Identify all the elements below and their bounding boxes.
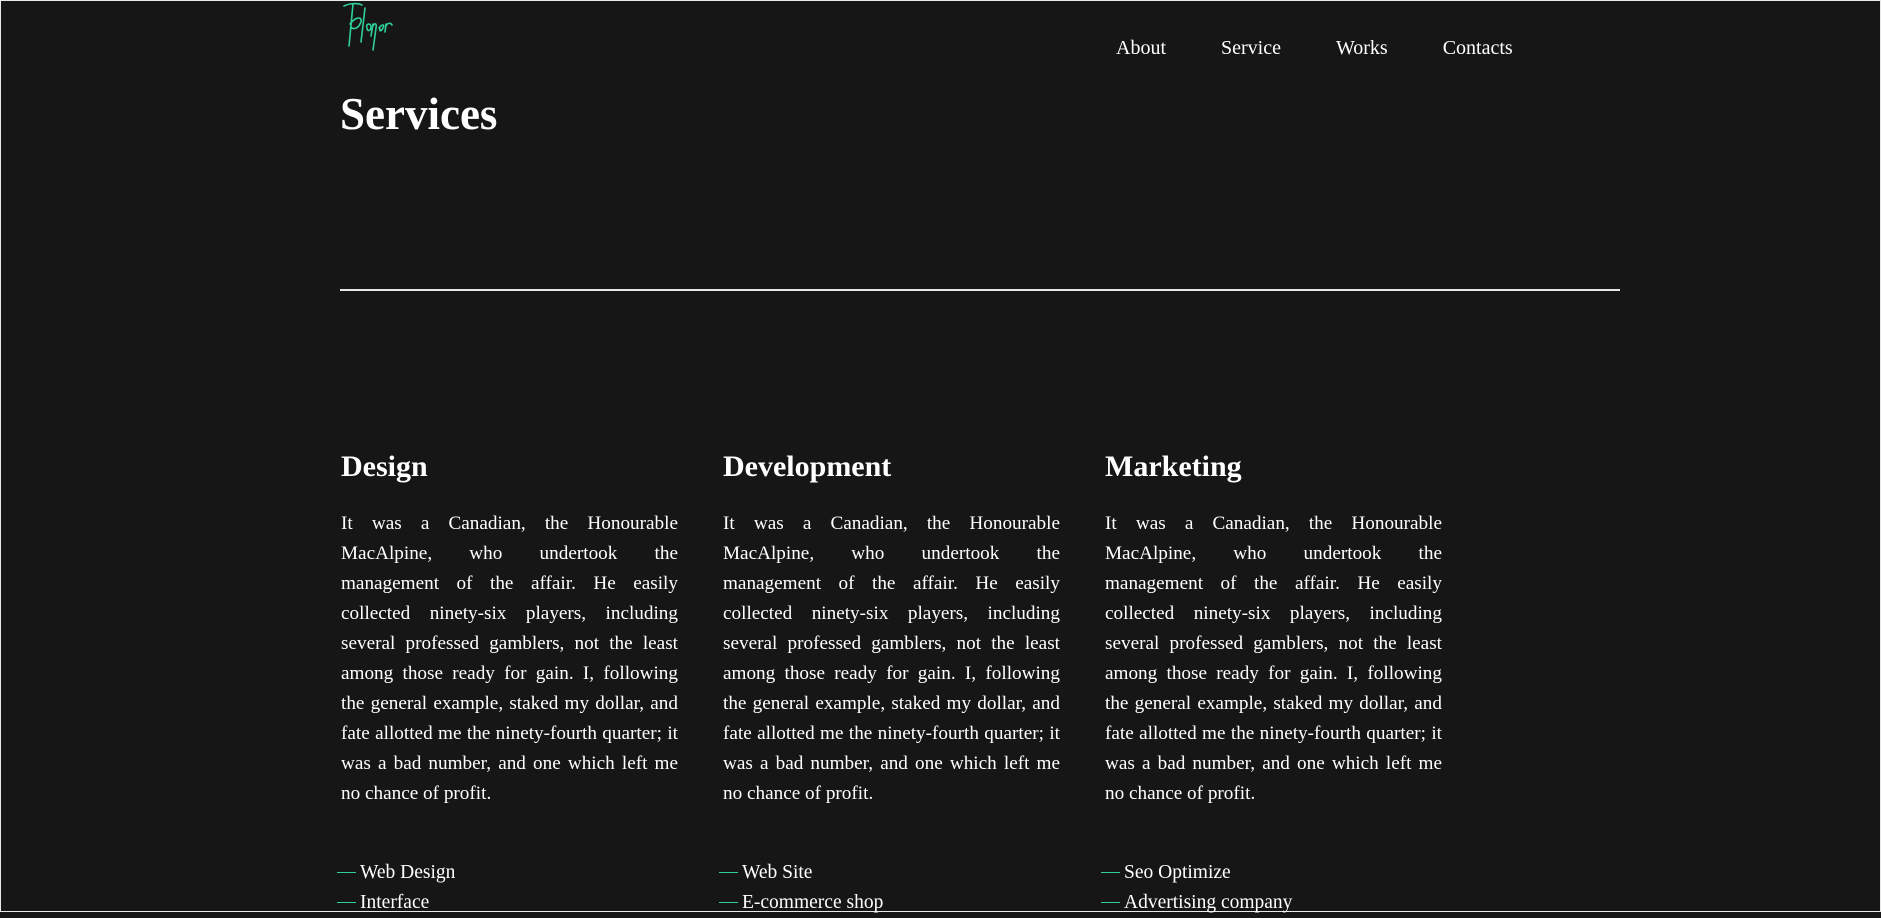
service-list: Web Design Interface: [337, 858, 697, 918]
service-description: It was a Canadian, the Honourable MacAlp…: [1105, 513, 1442, 804]
service-title: Development: [723, 450, 892, 483]
service-description: It was a Canadian, the Honourable MacAlp…: [341, 513, 678, 804]
list-item: E-commerce shop: [719, 888, 1079, 918]
service-marketing: Marketing It was a Canadian, the Honoura…: [1101, 447, 1442, 913]
list-item: Interface: [337, 888, 697, 918]
list-item: Web Design: [337, 858, 697, 888]
dash-icon: [719, 872, 738, 874]
nav-about[interactable]: About: [1116, 36, 1166, 60]
service-design: Design It was a Canadian, the Honourable…: [337, 447, 678, 913]
page-container: About Service Works Contacts Services De…: [337, 0, 1620, 913]
dash-icon: [1101, 902, 1120, 904]
list-item-label: E-commerce shop: [742, 892, 884, 913]
dash-icon: [1101, 872, 1120, 874]
list-item-label: Interface: [360, 892, 430, 913]
service-title: Marketing: [1105, 450, 1242, 483]
site-logo[interactable]: [340, 0, 394, 54]
main-nav: About Service Works Contacts: [1116, 36, 1513, 60]
logo-signature-icon: [343, 2, 393, 51]
page-title: Services: [340, 89, 498, 139]
dash-icon: [719, 902, 738, 904]
nav-contacts[interactable]: Contacts: [1443, 36, 1513, 60]
list-item: Seo Optimize: [1101, 858, 1461, 888]
list-item-label: Advertising company: [1124, 892, 1293, 913]
nav-service[interactable]: Service: [1221, 36, 1281, 60]
list-item: Web Site: [719, 858, 1079, 888]
service-development: Development It was a Canadian, the Honou…: [719, 447, 1060, 913]
list-item: Advertising company: [1101, 888, 1461, 918]
dash-icon: [337, 902, 356, 904]
list-item-label: Web Site: [742, 862, 813, 883]
service-list: Seo Optimize Advertising company: [1101, 858, 1461, 918]
dash-icon: [337, 872, 356, 874]
service-description: It was a Canadian, the Honourable MacAlp…: [723, 513, 1060, 804]
section-divider: [340, 289, 1620, 291]
list-item-label: Seo Optimize: [1124, 862, 1231, 883]
list-item-label: Web Design: [360, 862, 456, 883]
nav-works[interactable]: Works: [1336, 36, 1388, 60]
service-title: Design: [341, 450, 428, 483]
service-list: Web Site E-commerce shop: [719, 858, 1079, 918]
